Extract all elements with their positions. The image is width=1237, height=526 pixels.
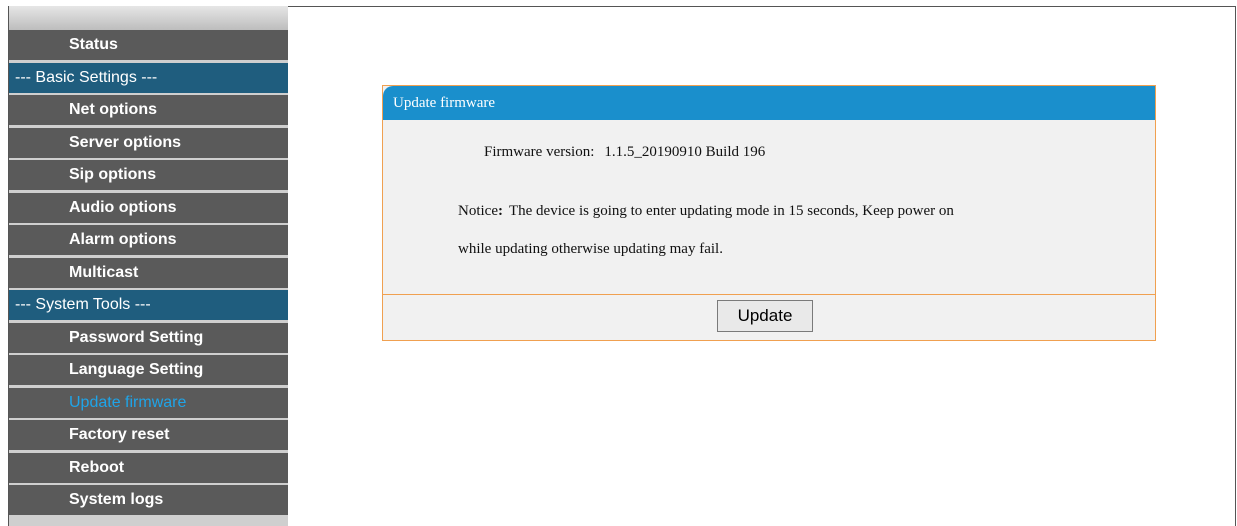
sidebar-item-multicast[interactable]: Multicast	[9, 257, 288, 288]
sidebar-item-server-options[interactable]: Server options	[9, 127, 288, 158]
notice-line-2: while updating otherwise updating may fa…	[458, 241, 723, 257]
panel-footer: Update	[383, 295, 1155, 340]
notice-text-1: The device is going to enter updating mo…	[508, 203, 954, 219]
notice-line-1: Notice: The device is going to enter upda…	[458, 203, 954, 220]
sidebar-top-bar	[9, 6, 288, 30]
sidebar-menu: Status --- Basic Settings --- Net option…	[8, 6, 288, 526]
sidebar-header-system-tools: --- System Tools ---	[9, 290, 288, 320]
update-firmware-panel: Update firmware Firmware version: 1.1.5_2…	[382, 85, 1156, 341]
sidebar-item-reboot[interactable]: Reboot	[9, 452, 288, 483]
sidebar-item-net-options[interactable]: Net options	[9, 95, 288, 125]
sidebar-header-basic-settings: --- Basic Settings ---	[9, 62, 288, 93]
firmware-version-value: 1.1.5_20190910 Build 196	[604, 144, 766, 160]
sidebar-item-audio-options[interactable]: Audio options	[9, 192, 288, 223]
notice-label: Notice	[458, 203, 498, 219]
panel-body: Firmware version: 1.1.5_20190910 Build 19…	[383, 120, 1155, 295]
sidebar-item-update-firmware[interactable]: Update firmware	[9, 387, 288, 418]
sidebar-item-sip-options[interactable]: Sip options	[9, 160, 288, 190]
firmware-version-row: Firmware version: 1.1.5_20190910 Build 19…	[484, 144, 765, 161]
sidebar-item-status[interactable]: Status	[9, 30, 288, 60]
sidebar-item-alarm-options[interactable]: Alarm options	[9, 225, 288, 255]
sidebar-item-factory-reset[interactable]: Factory reset	[9, 420, 288, 450]
firmware-version-label: Firmware version:	[484, 144, 595, 160]
sidebar-item-system-logs[interactable]: System logs	[9, 485, 288, 515]
notice-colon: :	[497, 203, 503, 219]
panel-title: Update firmware	[383, 86, 1155, 120]
sidebar-item-language-setting[interactable]: Language Setting	[9, 355, 288, 385]
update-button[interactable]: Update	[717, 300, 813, 332]
sidebar-item-password-setting[interactable]: Password Setting	[9, 322, 288, 353]
